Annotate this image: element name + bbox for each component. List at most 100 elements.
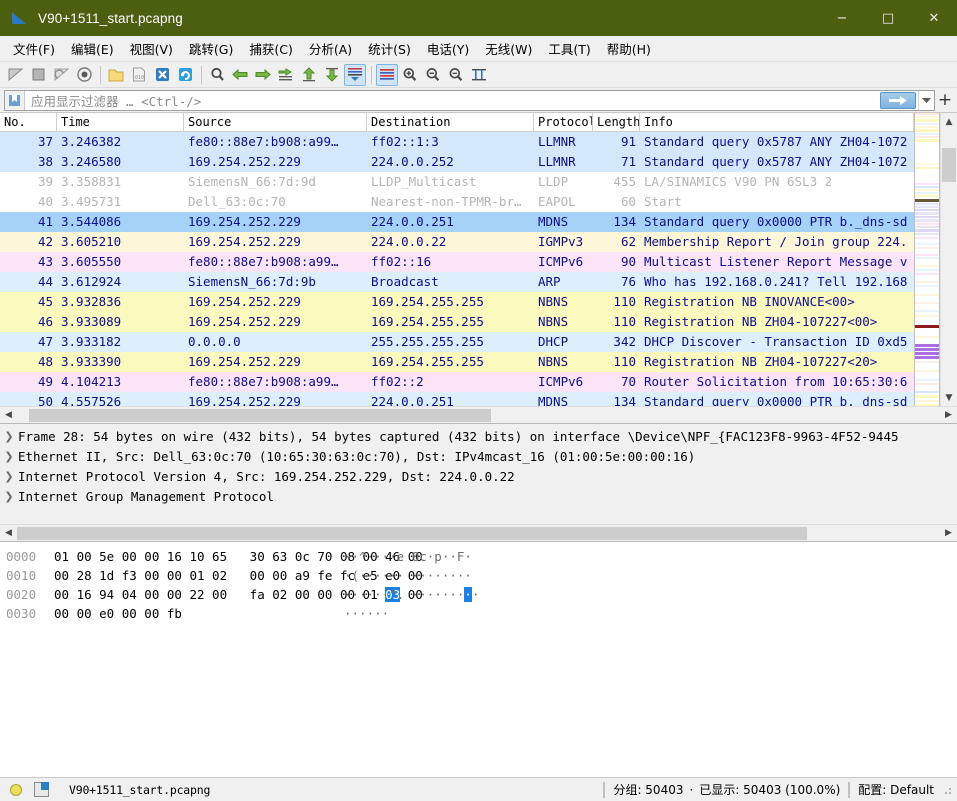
minimize-button[interactable]: − [819,0,865,36]
detail-row[interactable]: ❯ Frame 28: 54 bytes on wire (432 bits), … [0,426,957,446]
menu-view[interactable]: 视图(V) [122,35,181,62]
scroll-right-arrow-icon[interactable]: ▶ [940,410,957,420]
packet-details-tree[interactable]: ❯ Frame 28: 54 bytes on wire (432 bits), … [0,424,957,524]
details-scroll-left-arrow-icon[interactable]: ◀ [0,528,17,538]
packet-list-horizontal-scrollbar[interactable]: ◀ ▶ [0,406,957,423]
column-header-source[interactable]: Source [184,113,367,131]
display-filter-input[interactable]: 应用显示过滤器 … <Ctrl-/> [4,89,935,111]
detail-row[interactable]: ❯ Ethernet II, Src: Dell_63:0c:70 (10:65:… [0,446,957,466]
maximize-button[interactable]: □ [865,0,911,36]
hex-ascii[interactable]: ·(······ ········ [344,566,472,585]
reload-file-icon[interactable] [174,64,196,86]
menu-edit[interactable]: 编辑(E) [63,35,122,62]
table-row[interactable]: 47 3.933182 0.0.0.0 255.255.255.255 DHCP 342 D… [0,332,914,352]
go-back-icon[interactable] [229,64,251,86]
packet-list-vertical-scrollbar[interactable]: ▲ ▼ [940,113,957,406]
menu-tools[interactable]: 工具(T) [540,35,598,62]
packet-intensity-map[interactable] [914,113,940,406]
detail-row[interactable]: ❯ Internet Protocol Version 4, Src: 169.2… [0,466,957,486]
menu-help[interactable]: 帮助(H) [599,35,659,62]
close-file-icon[interactable] [151,64,173,86]
zoom-in-icon[interactable] [399,64,421,86]
open-file-icon[interactable] [105,64,127,86]
start-capture-icon[interactable] [4,64,26,86]
menu-wireless[interactable]: 无线(W) [477,35,540,62]
filter-placeholder-text[interactable]: 应用显示过滤器 … <Ctrl-/> [25,91,880,110]
menu-telephony[interactable]: 电话(Y) [419,35,477,62]
status-profile[interactable]: 配置: Default [858,781,934,798]
table-row[interactable]: 39 3.358831 SiemensN_66:7d:9d LLDP_Multicas… [0,172,914,192]
save-file-icon[interactable]: 010 [128,64,150,86]
horizontal-scroll-track[interactable] [17,408,940,423]
detail-row[interactable]: ❯ Internet Group Management Protocol [0,486,957,506]
find-packet-icon[interactable] [206,64,228,86]
menu-capture[interactable]: 捕获(C) [241,35,300,62]
menu-go[interactable]: 跳转(G) [181,35,241,62]
table-row[interactable]: 37 3.246382 fe80::88e7:b908:a99… ff02::1:3 L… [0,132,914,152]
chevron-right-icon[interactable]: ❯ [0,490,18,503]
chevron-right-icon[interactable]: ❯ [0,450,18,463]
details-scroll-right-arrow-icon[interactable]: ▶ [940,528,957,538]
menu-analyze[interactable]: 分析(A) [301,35,360,62]
auto-scroll-icon[interactable] [344,63,366,86]
apply-filter-button[interactable] [880,91,916,109]
go-forward-icon[interactable] [252,64,274,86]
colorize-icon[interactable] [376,63,398,86]
hex-ascii-selected[interactable]: · [464,587,472,602]
column-header-protocol[interactable]: Protocol [534,113,593,131]
zoom-reset-icon[interactable] [445,64,467,86]
add-filter-button[interactable]: + [935,89,955,111]
capture-options-icon[interactable] [73,64,95,86]
hex-bytes[interactable]: 00 16 94 04 00 00 22 00 fa 02 00 00 00 0… [54,585,423,604]
hex-ascii[interactable]: ······". ········· [344,585,479,604]
vertical-scroll-track[interactable] [941,130,957,389]
restart-capture-icon[interactable] [50,64,72,86]
zoom-out-icon[interactable] [422,64,444,86]
go-first-packet-icon[interactable] [298,64,320,86]
column-header-no[interactable]: No. [0,113,57,131]
filter-dropdown-button[interactable] [918,90,934,110]
capture-comment-icon[interactable] [34,782,49,797]
scroll-up-arrow-icon[interactable]: ▲ [941,113,957,130]
table-row[interactable]: 45 3.932836 169.254.252.229 169.254.255.255… [0,292,914,312]
table-row[interactable]: 44 3.612924 SiemensN_66:7d:9b Broadcast ARP 7… [0,272,914,292]
details-scroll-thumb[interactable] [17,526,807,540]
hex-bytes[interactable]: 01 00 5e 00 00 16 10 65 30 63 0c 70 08 0… [54,547,423,566]
scroll-down-arrow-icon[interactable]: ▼ [941,389,957,406]
hex-row[interactable]: 0010 00 28 1d f3 00 00 01 02 00 00 a9 fe … [6,566,957,585]
hex-row[interactable]: 0000 01 00 5e 00 00 16 10 65 30 63 0c 70 … [6,547,957,566]
packet-bytes-pane[interactable]: 0000 01 00 5e 00 00 16 10 65 30 63 0c 70 … [0,541,957,777]
table-row[interactable]: 46 3.933089 169.254.252.229 169.254.255.255… [0,312,914,332]
column-header-time[interactable]: Time [57,113,184,131]
table-row[interactable]: 40 3.495731 Dell_63:0c:70 Nearest-non-TPMR-… [0,192,914,212]
hex-bytes[interactable]: 00 00 e0 00 00 fb [54,604,330,623]
details-horizontal-scrollbar[interactable]: ◀ ▶ [0,524,957,541]
horizontal-scroll-thumb[interactable] [29,408,491,422]
stop-capture-icon[interactable] [27,64,49,86]
column-header-length[interactable]: Length [593,113,640,131]
table-row[interactable]: 49 4.104213 fe80::88e7:b908:a99… ff02::2 ICM… [0,372,914,392]
hex-row[interactable]: 0020 00 16 94 04 00 00 22 00 fa 02 00 00 … [6,585,957,604]
table-row[interactable]: 38 3.246580 169.254.252.229 224.0.0.252 LLMN… [0,152,914,172]
table-row[interactable]: 50 4.557526 169.254.252.229 224.0.0.251 MDNS… [0,392,914,406]
column-header-destination[interactable]: Destination [367,113,534,131]
go-to-packet-icon[interactable] [275,64,297,86]
table-row[interactable]: 43 3.605550 fe80::88e7:b908:a99… ff02::16 IC… [0,252,914,272]
menu-file[interactable]: 文件(F) [5,35,63,62]
chevron-right-icon[interactable]: ❯ [0,470,18,483]
hex-bytes[interactable]: 00 28 1d f3 00 00 01 02 00 00 a9 fe fc e… [54,566,423,585]
vertical-scroll-thumb[interactable] [942,148,956,182]
expert-info-yellow-icon[interactable] [10,783,22,796]
table-row[interactable]: 41 3.544086 169.254.252.229 224.0.0.251 MDNS… [0,212,914,232]
hex-row[interactable]: 0030 00 00 e0 00 00 fb ······ [6,604,957,623]
scroll-left-arrow-icon[interactable]: ◀ [0,410,17,420]
go-last-packet-icon[interactable] [321,64,343,86]
resize-grip-icon[interactable] [940,782,954,797]
hex-ascii[interactable]: ······ [344,604,389,623]
menu-statistics[interactable]: 统计(S) [360,35,419,62]
table-row[interactable]: 48 3.933390 169.254.252.229 169.254.255.255… [0,352,914,372]
bookmark-icon[interactable] [5,90,25,110]
details-scroll-track[interactable] [17,526,940,541]
close-button[interactable]: ✕ [911,0,957,36]
chevron-right-icon[interactable]: ❯ [0,430,18,443]
